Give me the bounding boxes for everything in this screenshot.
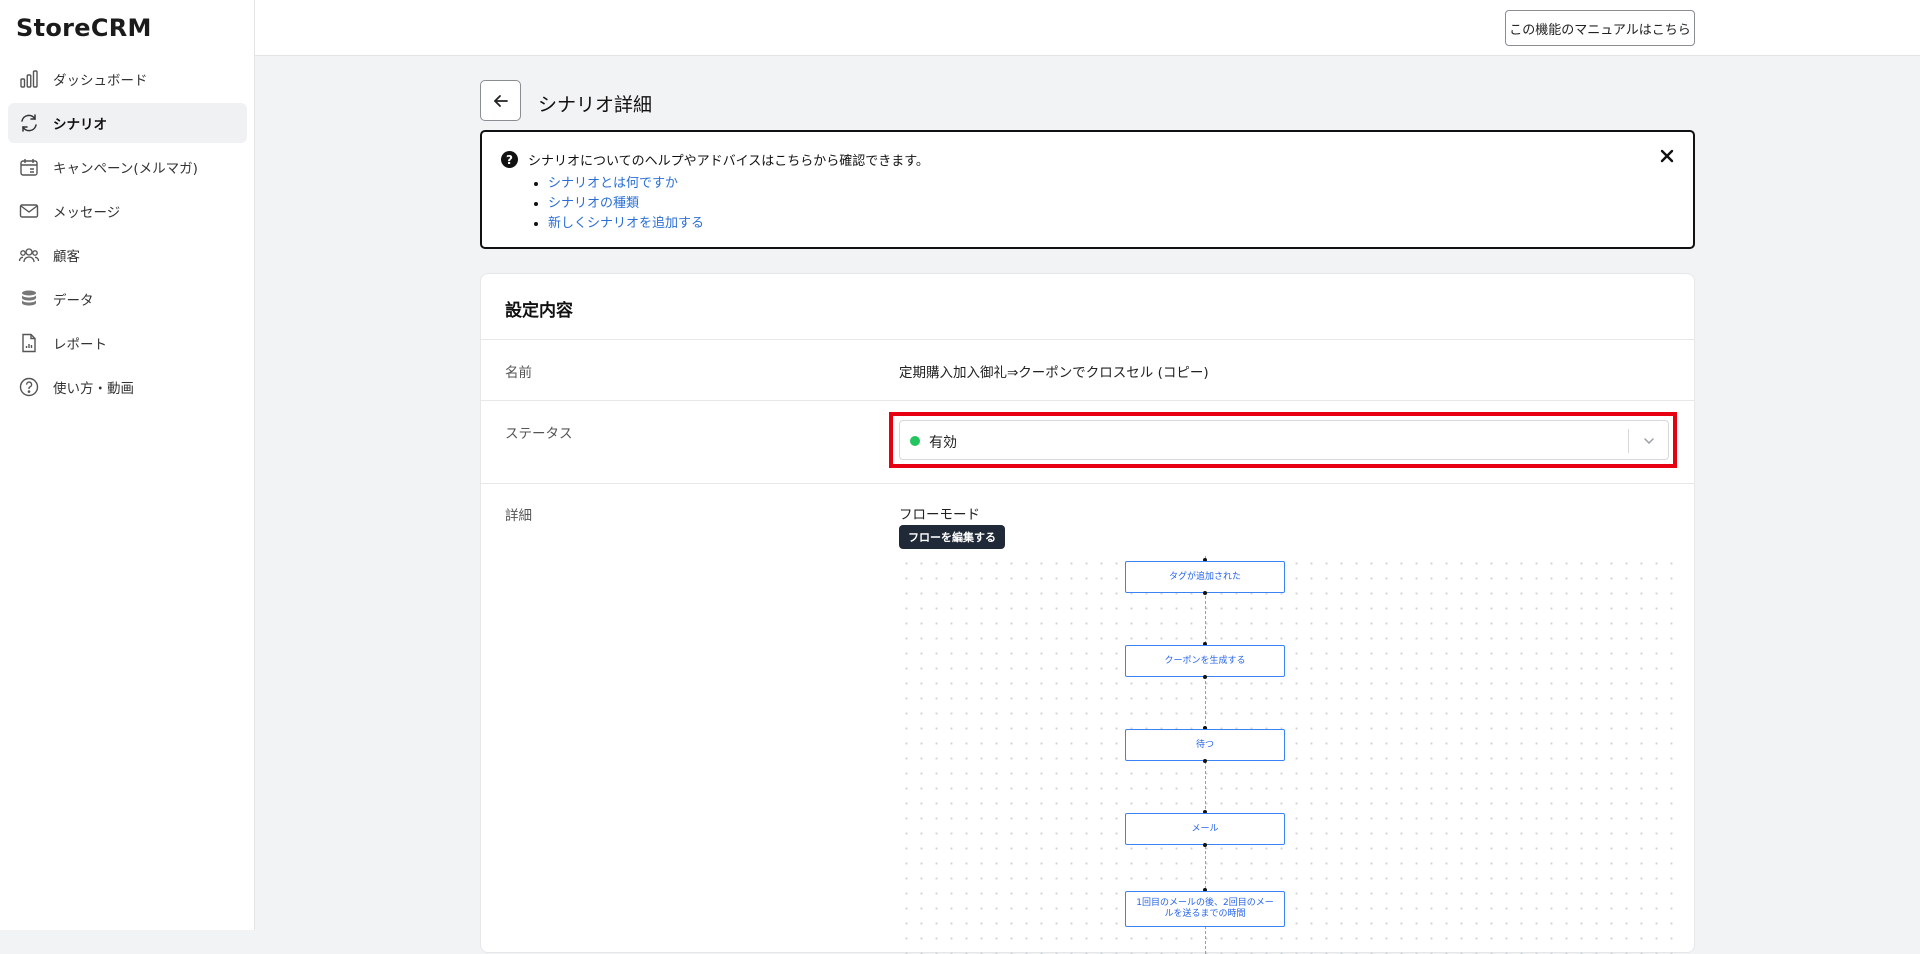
back-button[interactable] <box>480 80 521 121</box>
help-link-item: シナリオの種類 <box>548 194 704 214</box>
app-logo[interactable]: StoreCRM <box>16 14 152 42</box>
help-link-item: 新しくシナリオを追加する <box>548 214 704 234</box>
status-label: ステータス <box>505 426 573 442</box>
flow-node-mail[interactable]: メール <box>1125 813 1285 845</box>
sidebar-item-customers[interactable]: 顧客 <box>8 235 247 275</box>
flow-handle <box>1203 759 1207 763</box>
sidebar-item-label: レポート <box>53 337 107 353</box>
flow-handle <box>1203 675 1207 679</box>
envelope-icon <box>18 200 40 222</box>
help-link-what-is-scenario[interactable]: シナリオとは何ですか <box>548 176 678 191</box>
sidebar-item-label: キャンペーン(メルマガ) <box>53 161 198 177</box>
sidebar-item-dashboard[interactable]: ダッシュボード <box>8 59 247 99</box>
question-icon: ? <box>501 151 518 168</box>
calendar-icon <box>18 156 40 178</box>
help-circle-icon <box>18 376 40 398</box>
sidebar: StoreCRM ダッシュボード シナリオ キャンペーン(メルマガ) メッセージ <box>0 0 255 930</box>
flow-node-coupon[interactable]: クーポンを生成する <box>1125 645 1285 677</box>
flow-mode-label: フローモード <box>899 507 980 523</box>
settings-title: 設定内容 <box>505 301 573 321</box>
sidebar-item-label: メッセージ <box>53 205 121 221</box>
scenario-cycle-icon <box>18 112 40 134</box>
help-box: ? シナリオについてのヘルプやアドバイスはこちらから確認できます。 シナリオとは… <box>480 130 1695 249</box>
dashboard-bars-icon <box>18 68 40 90</box>
flow-canvas[interactable]: タグが追加された クーポンを生成する 待つ メール 1回目のメールの後、2回目の… <box>899 556 1673 954</box>
sidebar-item-label: データ <box>53 293 94 309</box>
sidebar-item-scenario[interactable]: シナリオ <box>8 103 247 143</box>
close-icon[interactable] <box>1657 146 1677 166</box>
divider <box>481 483 1694 484</box>
sidebar-item-report[interactable]: レポート <box>8 323 247 363</box>
sidebar-item-message[interactable]: メッセージ <box>8 191 247 231</box>
report-icon <box>18 332 40 354</box>
sidebar-item-label: シナリオ <box>53 117 107 133</box>
highlight-box <box>889 412 1677 468</box>
sidebar-item-campaign[interactable]: キャンペーン(メルマガ) <box>8 147 247 187</box>
sidebar-item-label: ダッシュボード <box>53 73 148 89</box>
edit-flow-button[interactable]: フローを編集する <box>899 525 1005 549</box>
arrow-left-icon <box>493 94 508 107</box>
help-links: シナリオとは何ですか シナリオの種類 新しくシナリオを追加する <box>528 174 704 234</box>
flow-handle <box>1203 591 1207 595</box>
name-label: 名前 <box>505 365 532 381</box>
flow-node-trigger[interactable]: タグが追加された <box>1125 561 1285 593</box>
database-icon <box>18 288 40 310</box>
top-bar: この機能のマニュアルはこちら <box>255 0 1920 56</box>
settings-card: 設定内容 名前 定期購入加入御礼⇒クーポンでクロスセル (コピー) ステータス … <box>480 273 1695 954</box>
help-text: シナリオについてのヘルプやアドバイスはこちらから確認できます。 <box>528 154 929 169</box>
help-link-scenario-types[interactable]: シナリオの種類 <box>548 196 639 211</box>
sidebar-item-label: 使い方・動画 <box>53 381 134 397</box>
detail-label: 詳細 <box>505 508 532 524</box>
divider <box>481 339 1694 340</box>
users-icon <box>18 244 40 266</box>
sidebar-item-label: 顧客 <box>53 249 80 265</box>
flow-node-wait[interactable]: 待つ <box>1125 729 1285 761</box>
divider <box>481 400 1694 401</box>
name-value: 定期購入加入御礼⇒クーポンでクロスセル (コピー) <box>899 365 1209 381</box>
help-link-add-scenario[interactable]: 新しくシナリオを追加する <box>548 216 704 231</box>
page-title: シナリオ詳細 <box>538 94 653 116</box>
sidebar-item-help[interactable]: 使い方・動画 <box>8 367 247 407</box>
help-link-item: シナリオとは何ですか <box>548 174 704 194</box>
flow-node-wait-interval[interactable]: 1回目のメールの後、2回目のメールを送るまでの時間 <box>1125 891 1285 927</box>
sidebar-item-data[interactable]: データ <box>8 279 247 319</box>
flow-handle <box>1203 843 1207 847</box>
manual-link-button[interactable]: この機能のマニュアルはこちら <box>1505 10 1695 46</box>
sidebar-nav: ダッシュボード シナリオ キャンペーン(メルマガ) メッセージ 顧客 データ レ… <box>8 59 247 411</box>
